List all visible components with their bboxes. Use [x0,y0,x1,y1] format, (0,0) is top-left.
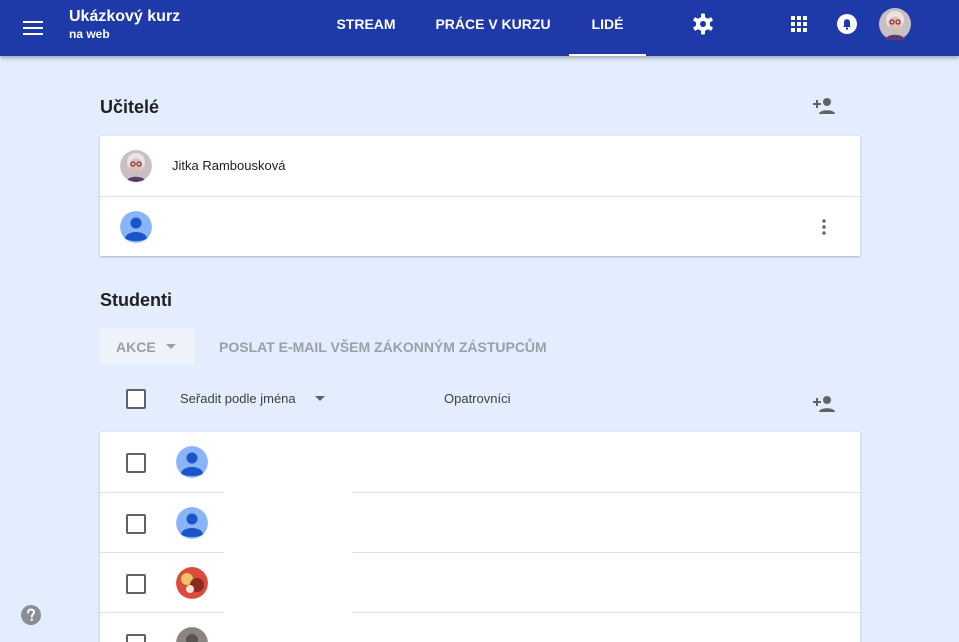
teacher-name: Jitka Rambousková [172,158,286,173]
default-person-avatar [120,211,152,243]
course-subtitle: na web [69,27,110,41]
tab-stream[interactable]: STREAM [325,0,407,56]
student-row[interactable] [100,612,860,642]
more-vert-icon[interactable] [812,217,836,237]
student-checkbox[interactable] [126,574,146,594]
help-icon[interactable] [20,604,42,626]
person-add-icon[interactable] [812,392,836,416]
actions-dropdown[interactable]: AKCE [100,328,195,364]
teacher-row[interactable] [100,196,860,256]
teacher-row[interactable]: Jitka Rambousková [100,136,860,196]
chevron-down-icon [166,344,176,349]
guardians-column-header: Opatrovníci [444,391,511,406]
bell-icon[interactable] [836,13,858,35]
redacted-area [224,492,352,614]
person-add-icon[interactable] [812,94,836,118]
top-app-bar: Ukázkový kurz na web STREAM PRÁCE V KURZ… [0,0,959,56]
sort-by-name-label[interactable]: Seřadit podle jména [180,391,296,406]
email-guardians-button[interactable]: POSLAT E-MAIL VŠEM ZÁKONNÝM ZÁSTUPCŮM [219,339,547,355]
students-title: Studenti [100,290,172,310]
student-row[interactable] [100,552,860,612]
teachers-title: Učitelé [100,97,160,117]
student-checkbox[interactable] [126,634,146,642]
menu-icon[interactable] [21,16,45,40]
tab-classwork[interactable]: PRÁCE V KURZU [432,0,554,56]
teachers-card: Jitka Rambousková [100,136,860,256]
student-checkbox[interactable] [126,514,146,534]
select-all-checkbox[interactable] [126,389,146,409]
gear-icon[interactable] [691,12,715,36]
sort-dropdown-icon[interactable] [315,396,325,401]
tab-people[interactable]: LIDÉ [569,0,646,56]
student-checkbox[interactable] [126,453,146,473]
default-person-avatar [176,446,208,478]
student-row[interactable] [100,432,860,492]
student-photo-avatar [176,567,208,599]
actions-label: AKCE [116,339,156,355]
student-photo-avatar [176,627,208,642]
students-card [100,432,860,642]
course-title[interactable]: Ukázkový kurz [69,8,180,26]
student-row[interactable] [100,492,860,552]
default-person-avatar [176,507,208,539]
apps-grid-icon[interactable] [789,14,809,34]
teacher-avatar [120,150,152,182]
account-avatar[interactable] [879,8,911,40]
